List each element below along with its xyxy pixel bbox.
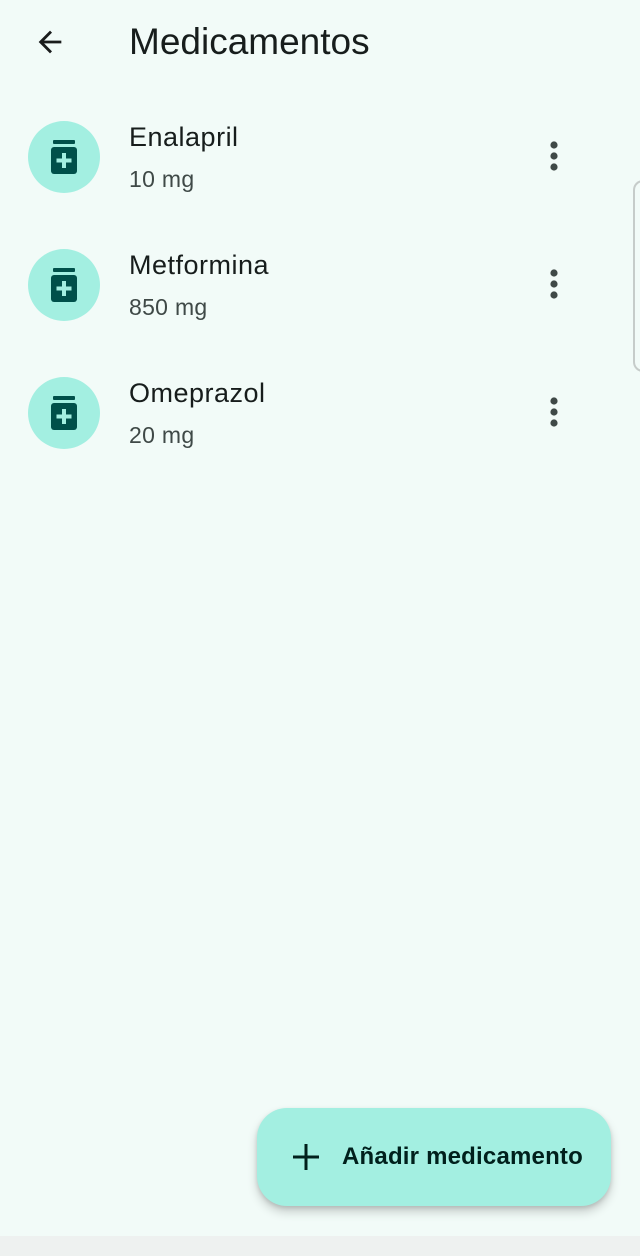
arrow-back-icon bbox=[38, 30, 62, 54]
system-navigation-bar bbox=[0, 1236, 640, 1256]
more-vert-icon bbox=[550, 141, 558, 171]
edge-scroll-indicator[interactable] bbox=[633, 180, 640, 372]
medication-dose: 850 mg bbox=[129, 294, 208, 320]
more-vert-icon bbox=[550, 397, 558, 427]
medication-bottle-icon bbox=[51, 396, 77, 430]
medication-bottle-icon bbox=[51, 268, 77, 302]
medication-bottle-icon bbox=[51, 140, 77, 174]
medication-dose: 10 mg bbox=[129, 166, 195, 192]
list-item-enalapril[interactable]: Enalapril 10 mg bbox=[0, 92, 640, 220]
medication-name: Omeprazol bbox=[129, 378, 266, 408]
medication-list: Enalapril 10 mg Metformina 850 mg Omepra… bbox=[0, 92, 640, 476]
more-options-button[interactable] bbox=[530, 260, 578, 308]
add-icon bbox=[293, 1144, 319, 1170]
more-options-button[interactable] bbox=[530, 388, 578, 436]
add-medication-label: Añadir medicamento bbox=[342, 1143, 583, 1170]
medication-name: Metformina bbox=[129, 250, 270, 280]
add-medication-button[interactable]: Añadir medicamento bbox=[257, 1108, 611, 1206]
page-title: Medicamentos bbox=[129, 21, 370, 62]
back-button[interactable] bbox=[26, 20, 74, 64]
medication-dose: 20 mg bbox=[129, 422, 195, 448]
list-item-metformina[interactable]: Metformina 850 mg bbox=[0, 220, 640, 348]
more-options-button[interactable] bbox=[530, 132, 578, 180]
more-vert-icon bbox=[550, 269, 558, 299]
top-app-bar: Medicamentos bbox=[0, 0, 640, 84]
medication-name: Enalapril bbox=[129, 122, 239, 152]
medication-avatar bbox=[28, 121, 100, 193]
list-item-omeprazol[interactable]: Omeprazol 20 mg bbox=[0, 348, 640, 476]
medication-avatar bbox=[28, 249, 100, 321]
medication-avatar bbox=[28, 377, 100, 449]
